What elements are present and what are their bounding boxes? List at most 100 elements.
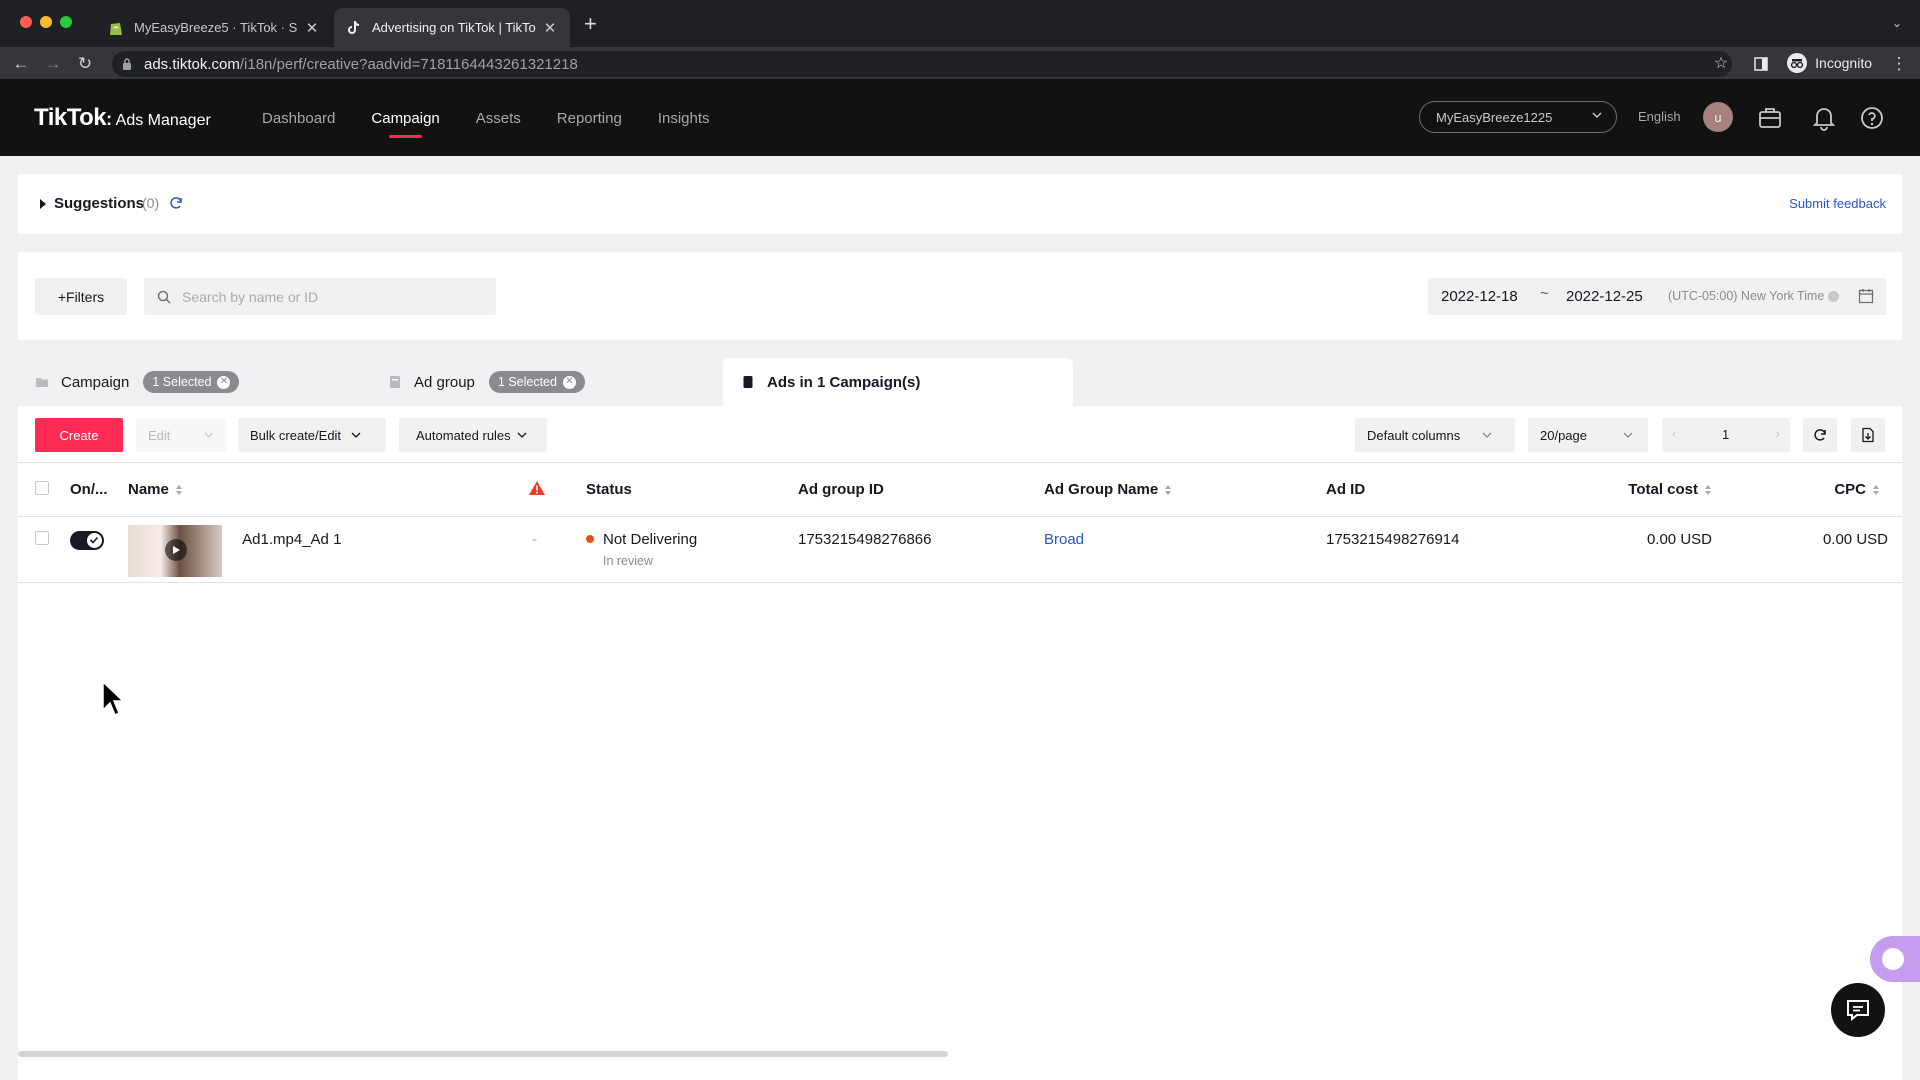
col-cpc-label: CPC [1834, 481, 1866, 498]
play-icon [165, 539, 187, 561]
tab-search-icon[interactable]: ⌄ [1892, 16, 1902, 30]
logo-sub: Ads Manager [115, 112, 211, 129]
nav-reporting[interactable]: Reporting [557, 80, 622, 156]
bulk-label: Bulk create/Edit [250, 427, 342, 443]
app-header: TikTok: Ads Manager Dashboard Campaign As… [0, 80, 1920, 156]
browser-menu-icon[interactable]: ⋮ [1888, 53, 1910, 75]
adgroup-selected-chip[interactable]: 1 Selected ✕ [488, 371, 585, 393]
support-message-button[interactable] [1831, 983, 1885, 1037]
ads-table-card: Create Edit Bulk create/Edit Automated r… [18, 406, 1902, 1080]
page-size-label: 20/page [1540, 427, 1587, 443]
main-nav: Dashboard Campaign Assets Reporting Insi… [262, 80, 746, 156]
sort-icon[interactable] [1164, 484, 1172, 496]
warning-icon [529, 480, 545, 495]
tab-campaign[interactable]: Campaign 1 Selected ✕ [35, 358, 240, 406]
close-tab-icon[interactable]: ✕ [304, 19, 320, 37]
table-toolbar: Create Edit Bulk create/Edit Automated r… [18, 406, 1902, 462]
col-name[interactable]: Name [128, 462, 528, 517]
tab-ads-label: Ads in 1 Campaign(s) [767, 373, 921, 391]
chevron-down-icon [517, 432, 527, 438]
automated-rules-button[interactable]: Automated rules [399, 418, 547, 452]
table-row[interactable]: Ad1.mp4_Ad 1 - Not Delivering In review … [18, 516, 1902, 583]
nav-dashboard[interactable]: Dashboard [262, 80, 335, 156]
assistant-chat-tab[interactable] [1870, 936, 1920, 982]
window-minimize-button[interactable] [40, 16, 52, 28]
window-close-button[interactable] [20, 16, 32, 28]
browser-tab-tiktok[interactable]: Advertising on TikTok | TikTok A ✕ [334, 8, 570, 47]
new-tab-icon[interactable]: + [584, 13, 597, 35]
browser-tab-shop[interactable]: MyEasyBreeze5 · TikTok · Shop ✕ [96, 8, 332, 47]
row-checkbox[interactable] [35, 531, 49, 545]
export-icon [1862, 427, 1874, 443]
col-ad-id: Ad ID [1326, 462, 1576, 517]
page-number-input[interactable]: 1 [1722, 427, 1729, 442]
sort-icon[interactable] [1704, 484, 1712, 496]
calendar-icon [1858, 289, 1874, 304]
incognito-indicator[interactable]: Incognito [1787, 53, 1872, 73]
bell-icon[interactable] [1810, 104, 1838, 132]
submit-feedback-link[interactable]: Submit feedback [1789, 196, 1886, 211]
back-icon[interactable]: ← [10, 53, 32, 75]
language-selector[interactable]: English [1638, 109, 1681, 124]
level-tabs: Campaign 1 Selected ✕ Ad group 1 Selected… [18, 358, 1902, 406]
columns-label: Default columns [1367, 427, 1461, 443]
clear-selection-icon[interactable]: ✕ [217, 375, 231, 389]
refresh-icon[interactable] [168, 195, 184, 211]
search-input[interactable]: Search by name or ID [144, 278, 496, 315]
nav-campaign[interactable]: Campaign [371, 80, 440, 156]
date-range-picker[interactable]: 2022-12-18 ~ 2022-12-25 (UTC-05:00) New … [1428, 278, 1886, 315]
sort-icon[interactable] [1872, 484, 1880, 496]
bookmark-star-icon[interactable]: ☆ [1710, 53, 1732, 75]
close-tab-icon[interactable]: ✕ [542, 19, 558, 37]
suggestions-bar: Suggestions (0) Submit feedback [18, 174, 1902, 234]
bulk-create-edit-button[interactable]: Bulk create/Edit [238, 418, 386, 452]
message-icon [1847, 1000, 1869, 1022]
select-all-checkbox[interactable] [35, 480, 49, 495]
refresh-table-button[interactable] [1803, 418, 1837, 452]
campaign-selected-chip[interactable]: 1 Selected ✕ [143, 371, 240, 393]
ad-id-cell: 1753215498276914 [1326, 516, 1576, 583]
avatar[interactable]: u [1703, 102, 1733, 132]
account-selector[interactable]: MyEasyBreeze1225 [1419, 101, 1617, 133]
nav-insights[interactable]: Insights [658, 80, 710, 156]
export-button[interactable] [1851, 418, 1885, 452]
nav-assets[interactable]: Assets [476, 80, 521, 156]
col-cpc[interactable]: CPC [1726, 462, 1902, 517]
clear-selection-icon[interactable]: ✕ [562, 375, 576, 389]
filters-button[interactable]: +Filters [35, 278, 127, 315]
col-warning [528, 462, 586, 517]
tab-adgroup[interactable]: Ad group 1 Selected ✕ [388, 358, 585, 406]
adgroup-name-link[interactable]: Broad [1044, 531, 1084, 548]
page-size-select[interactable]: 20/page [1528, 418, 1648, 452]
ad-on-off-toggle[interactable] [70, 531, 104, 550]
window-zoom-button[interactable] [60, 16, 72, 28]
cpc-cell: 0.00 USD [1726, 516, 1902, 583]
create-button[interactable]: Create [35, 418, 123, 452]
tiktok-ads-manager-logo[interactable]: TikTok: Ads Manager [34, 104, 211, 132]
tab-title: MyEasyBreeze5 · TikTok · Shop [134, 20, 298, 35]
lock-icon [123, 58, 131, 70]
horizontal-scrollbar[interactable] [18, 1051, 948, 1057]
expand-caret-icon[interactable] [40, 199, 46, 209]
url-host: ads.tiktok.com [144, 55, 240, 73]
col-adgroup-name[interactable]: Ad Group Name [1044, 462, 1326, 517]
forward-icon[interactable]: → [42, 53, 64, 75]
default-columns-select[interactable]: Default columns [1355, 418, 1515, 452]
col-total-cost[interactable]: Total cost [1576, 462, 1726, 517]
refresh-icon [1814, 429, 1826, 441]
prev-page-icon[interactable]: ‹ [1672, 426, 1676, 441]
ad-video-thumbnail[interactable] [128, 525, 222, 577]
suggestions-label[interactable]: Suggestions [54, 195, 144, 212]
ad-name[interactable]: Ad1.mp4_Ad 1 [242, 531, 341, 548]
url-field[interactable]: ads.tiktok.com/i18n/perf/creative?aadvid… [112, 51, 1732, 77]
briefcase-icon[interactable] [1756, 104, 1784, 132]
tab-ads[interactable]: Ads in 1 Campaign(s) [723, 358, 1073, 406]
sort-icon[interactable] [175, 484, 183, 496]
reload-icon[interactable]: ↻ [74, 53, 96, 75]
chip-text: 1 Selected [497, 375, 557, 389]
edit-button[interactable]: Edit [136, 418, 226, 452]
chevron-down-icon [351, 432, 361, 438]
side-panel-icon[interactable] [1750, 53, 1772, 75]
next-page-icon[interactable]: › [1776, 426, 1780, 441]
help-icon[interactable] [1858, 104, 1886, 132]
